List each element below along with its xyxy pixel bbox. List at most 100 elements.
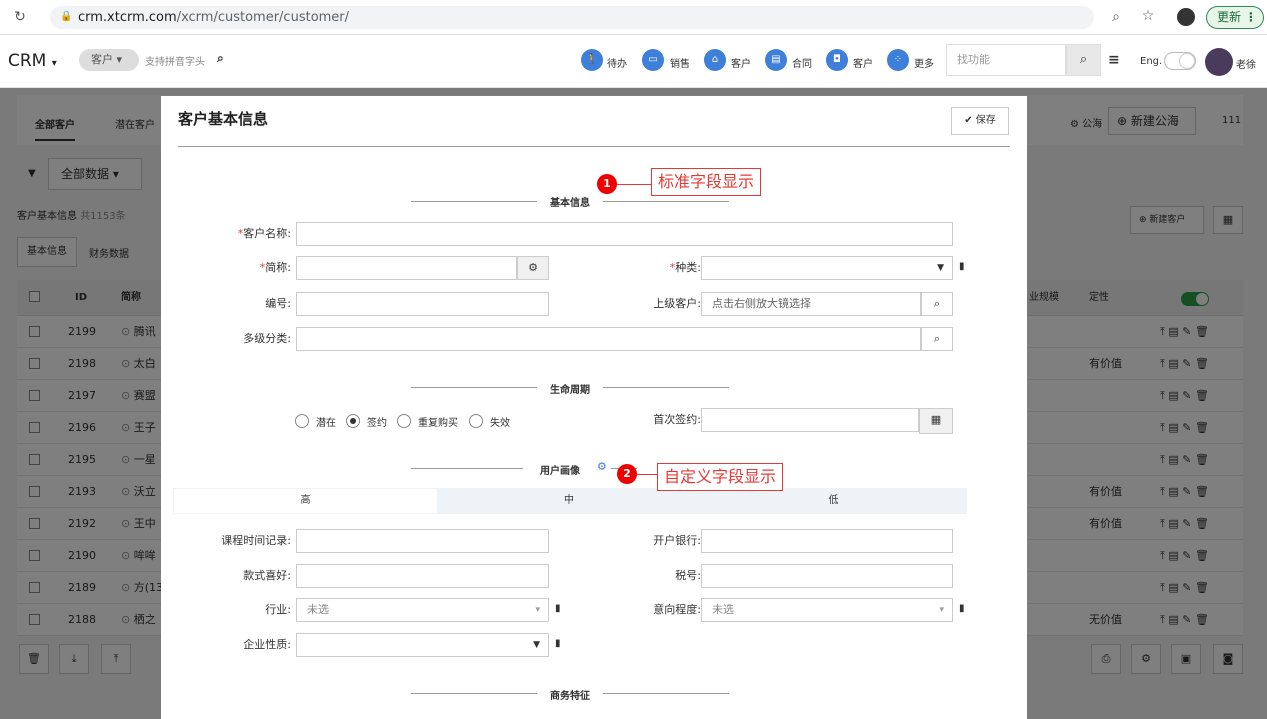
label-first-sign: 首次签约:	[653, 413, 701, 426]
customer-name-input[interactable]	[296, 222, 953, 246]
radio-repurchase[interactable]	[397, 414, 411, 428]
reload-icon[interactable]: ↻	[10, 9, 30, 25]
section-line	[411, 201, 537, 202]
star-icon[interactable]: ☆	[1138, 8, 1158, 24]
code-input[interactable]	[296, 292, 549, 316]
label-code: 编号:	[265, 297, 291, 310]
tax-no-input[interactable]	[701, 564, 953, 588]
section-line	[603, 387, 729, 388]
nav-item-customer-2[interactable]: 客户	[853, 55, 873, 70]
parent-search-icon[interactable]: ⌕	[921, 292, 953, 316]
multi-category-search-icon[interactable]: ⌕	[921, 327, 953, 351]
function-search-icon[interactable]: ⌕	[1066, 44, 1101, 76]
caret-down-icon: ▾	[51, 58, 57, 69]
radio-invalid[interactable]	[469, 414, 483, 428]
book-icon[interactable]: ▮	[959, 261, 965, 272]
language-label: Eng.	[1140, 56, 1163, 67]
radio-label-potential: 潜在	[316, 418, 336, 429]
avatar[interactable]	[1205, 48, 1233, 76]
label-customer-name: *客户名称:	[237, 227, 291, 240]
update-button[interactable]: 更新 ⋮	[1206, 6, 1264, 29]
section-basic: 基本信息	[550, 198, 590, 209]
address-bar[interactable]: 🔒 crm.xtcrm.com/xcrm/customer/customer/ …	[50, 6, 1120, 29]
nav-item-todo[interactable]: 待办	[607, 55, 627, 70]
radio-signed[interactable]	[346, 414, 360, 428]
industry-book-icon[interactable]: ▮	[555, 603, 561, 614]
nav-item-sales[interactable]: 销售	[670, 55, 690, 70]
annotation-connector-1	[617, 184, 651, 185]
radio-label-signed: 签约	[367, 418, 387, 429]
section-line	[411, 468, 523, 469]
nav-item-contract[interactable]: 合同	[792, 55, 812, 70]
first-sign-date-input[interactable]	[701, 408, 919, 432]
annotation-number-1: 1	[597, 174, 617, 194]
app-logo[interactable]: CRM ▾	[8, 51, 57, 71]
zoom-icon[interactable]: ⌕	[1106, 9, 1126, 25]
search-icon[interactable]: ⌕	[217, 51, 224, 66]
parent-customer-input[interactable]: 点击右侧放大镜选择	[701, 292, 921, 316]
menu-icon[interactable]: ≡	[1108, 52, 1120, 68]
label-multi-category: 多级分类:	[243, 332, 291, 345]
user-name: 老徐	[1236, 60, 1256, 71]
style-pref-input[interactable]	[296, 564, 549, 588]
check-icon: ✔	[964, 115, 973, 126]
label-intent: 意向程度:	[653, 603, 701, 616]
bank-icon[interactable]: ⌂	[704, 49, 726, 71]
profile-icon[interactable]	[1177, 8, 1195, 26]
url-path: /xcrm/customer/customer/	[176, 10, 350, 25]
document-icon[interactable]: ▤	[765, 49, 787, 71]
title-divider	[178, 146, 1010, 147]
bank-input[interactable]	[701, 529, 953, 553]
label-tax-no: 税号:	[675, 569, 701, 582]
function-search-input[interactable]: 找功能	[946, 44, 1066, 76]
nav-item-more[interactable]: 更多	[914, 55, 934, 70]
section-lifecycle: 生命周期	[550, 385, 590, 396]
enterprise-book-icon[interactable]: ▮	[555, 638, 561, 649]
radio-label-repurchase: 重复购买	[418, 418, 458, 429]
save-label: 保存	[975, 115, 996, 126]
url-domain: crm.xtcrm.com	[78, 10, 177, 25]
language-toggle[interactable]	[1164, 52, 1196, 70]
annotation-label-1: 标准字段显示	[651, 168, 762, 196]
card-icon[interactable]: ▭	[642, 49, 664, 71]
customer-info-modal: 客户基本信息 ✔ 保存 基本信息 *客户名称: *简称: ⚙ *种类: ▼ ▮ …	[161, 96, 1027, 719]
nav-item-customer[interactable]: 客户	[731, 55, 751, 70]
save-button[interactable]: ✔ 保存	[951, 107, 1009, 135]
label-course-time: 课程时间记录:	[221, 534, 291, 547]
person-icon[interactable]: 🚶	[581, 49, 603, 71]
course-time-input[interactable]	[296, 529, 549, 553]
label-parent: 上级客户:	[653, 297, 701, 310]
label-bank: 开户银行:	[653, 534, 701, 547]
gear-icon[interactable]: ⚙	[517, 256, 549, 280]
briefcase-icon[interactable]: ◘	[826, 49, 848, 71]
section-line	[603, 201, 729, 202]
radio-potential[interactable]	[295, 414, 309, 428]
intent-select[interactable]: 未选 ▾	[701, 598, 953, 622]
annotation-number-2: 2	[617, 464, 637, 484]
persona-settings-icon[interactable]: ⚙	[597, 460, 607, 473]
industry-select[interactable]: 未选 ▾	[296, 598, 549, 622]
annotation-label-2: 自定义字段显示	[657, 463, 784, 491]
section-business: 商务特征	[550, 691, 590, 702]
multi-category-input[interactable]	[296, 327, 921, 351]
annotation-connector-2	[637, 474, 657, 475]
short-name-input[interactable]	[296, 256, 517, 280]
tab-medium[interactable]: 中	[437, 489, 701, 513]
update-label: 更新	[1217, 10, 1242, 24]
tab-low[interactable]: 低	[701, 489, 966, 513]
section-line	[603, 693, 729, 694]
grid-icon[interactable]: ⁘	[887, 49, 909, 71]
intent-book-icon[interactable]: ▮	[959, 603, 965, 614]
category-select[interactable]: ▼	[701, 256, 953, 280]
tab-high[interactable]: 高	[174, 489, 437, 513]
label-short-name: *简称:	[259, 261, 291, 274]
radio-label-invalid: 失效	[490, 418, 510, 429]
search-scope-select[interactable]: 客户 ▾	[79, 49, 139, 71]
section-line	[411, 693, 537, 694]
section-line	[411, 387, 537, 388]
enterprise-select[interactable]: ▼	[296, 633, 549, 657]
calendar-icon[interactable]: ▦	[919, 408, 953, 434]
global-search-input[interactable]: 支持拼音字头	[145, 53, 205, 68]
lock-icon: 🔒	[60, 11, 73, 22]
label-enterprise: 企业性质:	[243, 638, 291, 651]
